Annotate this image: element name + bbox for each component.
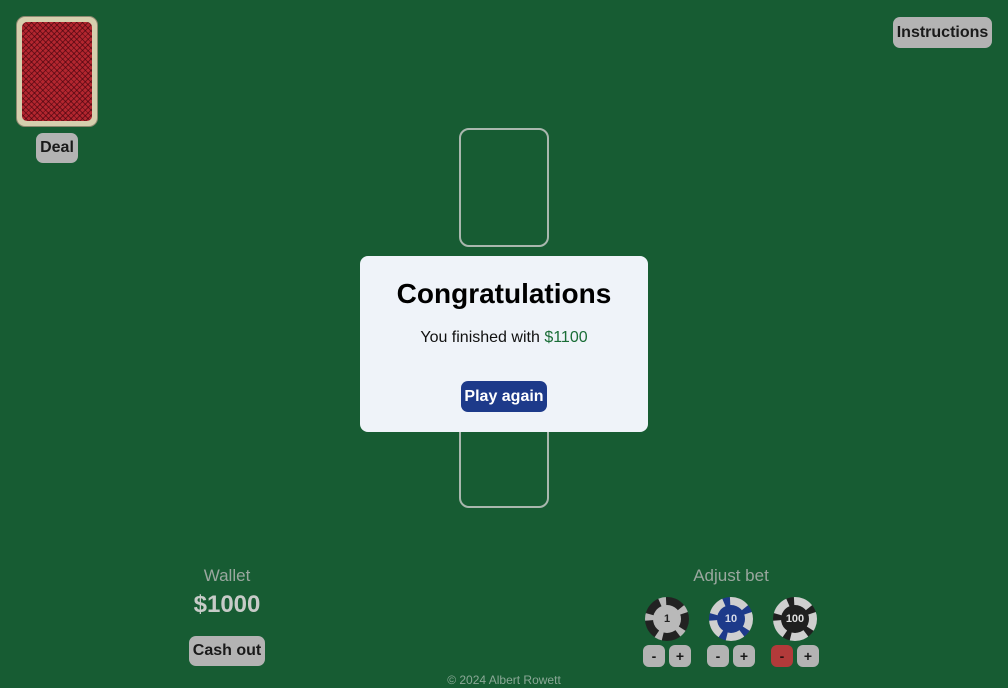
deal-button[interactable]: Deal [36, 133, 78, 163]
dealer-card-slot [459, 128, 549, 247]
modal-message: You finished with $1100 [360, 329, 648, 347]
final-amount: $1100 [544, 329, 588, 346]
play-again-button[interactable]: Play again [461, 381, 547, 412]
chip-1-plus-button[interactable]: + [669, 645, 691, 667]
chip-10[interactable]: 10 [709, 597, 753, 641]
modal-message-prefix: You finished with [420, 329, 540, 346]
wallet-label: Wallet [203, 566, 251, 585]
game-over-modal: Congratulations You finished with $1100 … [360, 256, 648, 432]
deck[interactable] [16, 16, 98, 127]
chip-100[interactable]: 100 [773, 597, 817, 641]
cash-out-button[interactable]: Cash out [189, 636, 265, 666]
adjust-bet-label: Adjust bet [693, 566, 769, 585]
chip-10-label: 10 [724, 613, 738, 625]
card-back-icon [22, 22, 92, 121]
copyright-footer: © 2024 Albert Rowett [447, 673, 561, 687]
chip-100-plus-button[interactable]: + [797, 645, 819, 667]
chip-1-minus-button[interactable]: - [643, 645, 665, 667]
instructions-button[interactable]: Instructions [893, 17, 992, 48]
chip-1-label: 1 [663, 613, 671, 625]
chip-100-minus-button[interactable]: - [771, 645, 793, 667]
modal-title: Congratulations [396, 278, 612, 309]
wallet-value: $1000 [193, 591, 261, 618]
chip-10-minus-button[interactable]: - [707, 645, 729, 667]
chip-10-plus-button[interactable]: + [733, 645, 755, 667]
chip-100-label: 100 [785, 613, 805, 625]
chip-1[interactable]: 1 [645, 597, 689, 641]
